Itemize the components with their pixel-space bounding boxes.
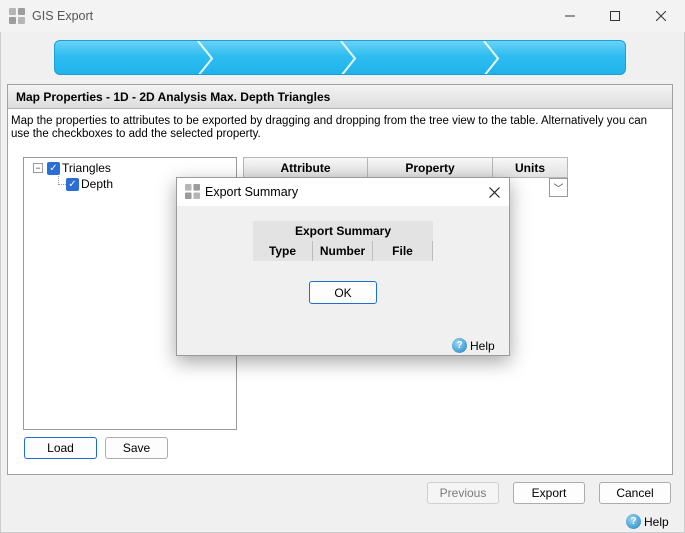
ok-button[interactable]: OK (309, 281, 377, 304)
tree-connector-line (58, 184, 66, 185)
wizard-progress-bar (54, 40, 626, 75)
dialog-help-link[interactable]: Help (470, 339, 495, 353)
summary-column-file[interactable]: File (373, 241, 433, 261)
help-icon[interactable]: ? (626, 514, 641, 529)
tree-child-checkbox[interactable]: ✓ (66, 178, 79, 191)
grid-column-header-property[interactable]: Property (367, 157, 493, 178)
minimize-button[interactable] (547, 0, 593, 32)
close-icon (656, 11, 666, 21)
load-button[interactable]: Load (24, 437, 97, 459)
checkmark-icon: ✓ (68, 178, 77, 190)
close-icon (488, 186, 500, 198)
panel-title: Map Properties - 1D - 2D Analysis Max. D… (16, 90, 331, 104)
close-button[interactable] (638, 0, 684, 32)
summary-table-title: Export Summary (253, 221, 433, 241)
panel-description: Map the properties to attributes to be e… (11, 115, 648, 140)
tree-child-label[interactable]: Depth (81, 177, 113, 191)
checkmark-icon: ✓ (49, 162, 58, 174)
minimize-icon (565, 15, 575, 17)
chevron-down-icon: ﹀ (553, 184, 564, 195)
save-button[interactable]: Save (105, 437, 168, 459)
grid-column-header-attribute[interactable]: Attribute (243, 157, 368, 178)
help-icon[interactable]: ? (452, 338, 467, 353)
grid-column-header-units[interactable]: Units (492, 157, 568, 178)
maximize-icon (610, 11, 620, 21)
units-dropdown[interactable]: ﹀ (549, 178, 568, 197)
export-button[interactable]: Export (513, 482, 585, 504)
tree-root-label[interactable]: Triangles (62, 161, 111, 175)
dialog-close-button[interactable] (482, 180, 506, 204)
help-link[interactable]: Help (644, 515, 669, 529)
wizard-step-chevrons (197, 41, 500, 74)
app-grid-icon (185, 184, 200, 199)
cancel-button[interactable]: Cancel (599, 482, 671, 504)
tree-collapse-toggle[interactable]: − (33, 163, 43, 173)
maximize-button[interactable] (592, 0, 638, 32)
app-grid-icon (9, 8, 25, 24)
summary-column-number[interactable]: Number (313, 241, 373, 261)
summary-column-type[interactable]: Type (253, 241, 313, 261)
window-title: GIS Export (32, 9, 94, 23)
previous-button[interactable]: Previous (427, 482, 499, 504)
dialog-title: Export Summary (205, 185, 299, 199)
tree-root-checkbox[interactable]: ✓ (47, 162, 60, 175)
